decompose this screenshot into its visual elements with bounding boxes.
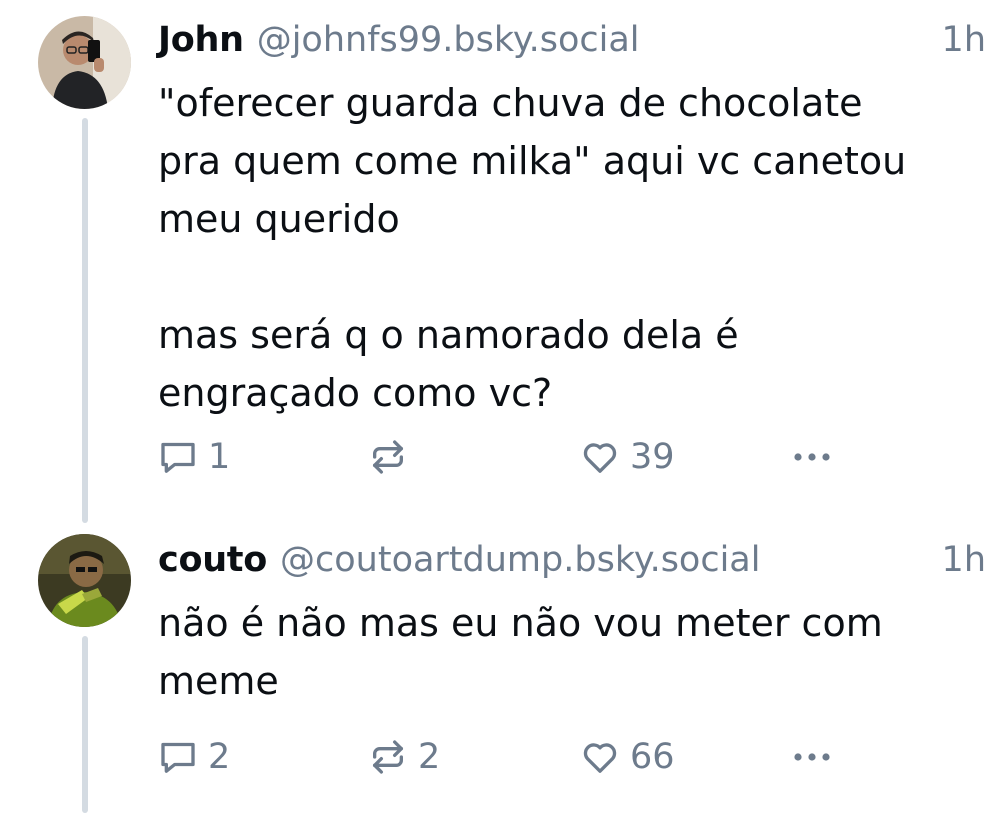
reply-icon (158, 737, 198, 777)
reply-icon (158, 437, 198, 477)
reply-count: 2 (208, 737, 231, 777)
heart-icon (580, 737, 620, 777)
repost-button[interactable] (368, 432, 418, 482)
heart-icon (580, 437, 620, 477)
like-count: 39 (630, 437, 675, 477)
post-actions: 2 2 66 (158, 732, 858, 782)
reply-button[interactable]: 2 (158, 732, 230, 782)
repost-icon (368, 437, 408, 477)
repost-button[interactable]: 2 (368, 732, 440, 782)
repost-icon (368, 737, 408, 777)
post-header: couto @coutoartdump.bsky.social 1h (158, 540, 986, 590)
more-icon (790, 437, 834, 477)
post-actions: 1 39 (158, 432, 858, 482)
avatar[interactable] (38, 16, 131, 109)
reply-button[interactable]: 1 (158, 432, 230, 482)
repost-count: 2 (418, 737, 441, 777)
post[interactable]: couto @coutoartdump.bsky.social 1h não é… (0, 520, 1000, 813)
more-button[interactable] (790, 432, 834, 482)
timestamp[interactable]: 1h (942, 540, 986, 580)
more-button[interactable] (790, 732, 834, 782)
like-count: 66 (630, 737, 675, 777)
like-button[interactable]: 39 (580, 432, 675, 482)
like-button[interactable]: 66 (580, 732, 675, 782)
more-icon (790, 737, 834, 777)
avatar[interactable] (38, 534, 131, 627)
post[interactable]: John @johnfs99.bsky.social 1h "oferecer … (0, 0, 1000, 520)
reply-count: 1 (208, 437, 231, 477)
author-name[interactable]: couto (158, 540, 267, 580)
post-text: não é não mas eu não vou meter com meme (158, 601, 883, 703)
timestamp[interactable]: 1h (942, 20, 986, 60)
author-handle[interactable]: @coutoartdump.bsky.social (280, 540, 760, 580)
post-header: John @johnfs99.bsky.social 1h (158, 20, 986, 70)
author-handle[interactable]: @johnfs99.bsky.social (257, 20, 640, 60)
author-name[interactable]: John (158, 20, 244, 60)
post-text: "oferecer guarda chuva de chocolate pra … (158, 81, 907, 415)
